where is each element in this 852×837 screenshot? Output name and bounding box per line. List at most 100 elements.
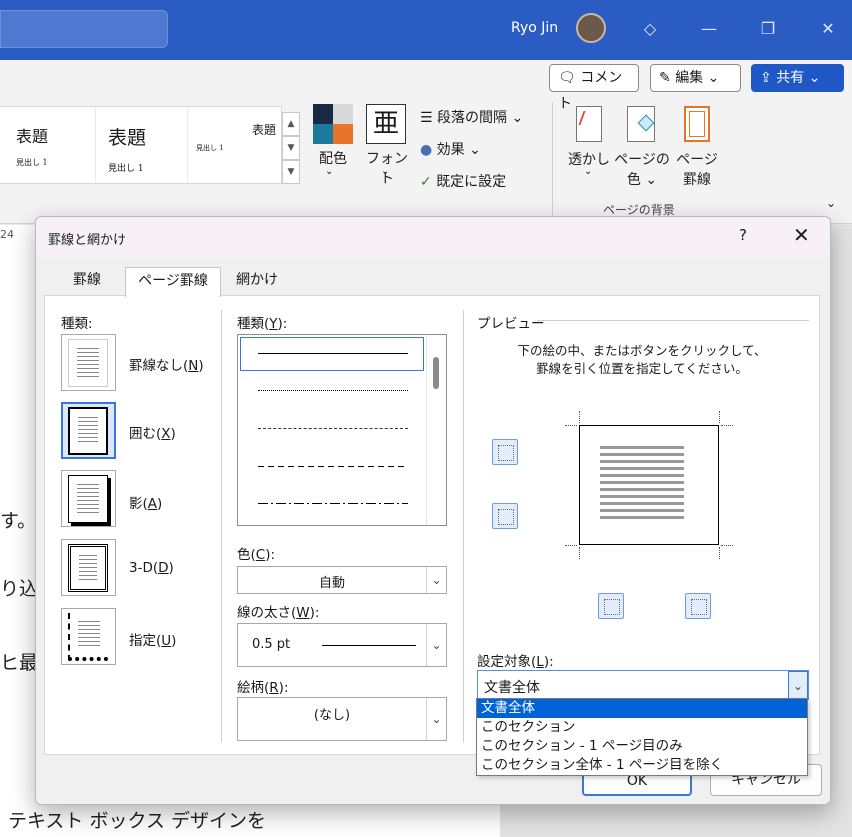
chevron-down-icon: ⌄ — [325, 166, 334, 177]
right-border-button[interactable] — [685, 593, 711, 619]
apply-to-option[interactable]: このセクション全体 - 1 ページ目を除く — [477, 756, 807, 775]
scrollbar-thumb[interactable] — [433, 357, 439, 389]
column-divider — [221, 310, 222, 742]
diamond-icon[interactable]: ◇ — [636, 14, 664, 44]
line-style-fine-dash[interactable] — [258, 428, 408, 429]
tab-page-border[interactable]: ページ罫線 — [125, 267, 221, 297]
gallery-more-button[interactable]: ▼ — [282, 160, 300, 184]
art-dropdown[interactable]: (なし) ⌄ — [237, 697, 447, 741]
ribbon-collapse-icon[interactable]: ⌄ — [826, 196, 836, 210]
styles-gallery[interactable]: 表題 見出し 1 表題 見出し 1 表題 見出し 1 — [0, 106, 282, 184]
corner-mark — [579, 547, 580, 559]
share-icon: ⇪ — [760, 70, 772, 86]
setting-3d-icon[interactable] — [61, 539, 116, 596]
style-item[interactable]: 表題 見出し 1 — [0, 107, 96, 183]
style-item[interactable]: 表題 見出し 1 — [188, 107, 282, 183]
setting-custom-icon[interactable] — [61, 608, 116, 665]
chevron-down-icon: ⌄ — [584, 166, 593, 177]
apply-to-option[interactable]: 文書全体 — [477, 699, 807, 718]
apply-to-label: 設定対象(L): — [477, 654, 554, 670]
preview-area[interactable] — [553, 399, 747, 571]
set-default-button[interactable]: ✓ 既定に設定 — [420, 171, 506, 191]
gallery-down-button[interactable]: ▼ — [282, 136, 300, 160]
minimize-icon[interactable]: — — [695, 14, 723, 44]
dialog-titlebar — [36, 217, 830, 257]
corner-mark — [721, 425, 733, 426]
chevron-down-icon: ⌄ — [426, 567, 446, 593]
width-label: 線の太さ(W): — [237, 605, 320, 621]
setting-3d-option[interactable]: 3-D(D) — [129, 560, 174, 576]
effects-button[interactable]: ● 効果 ⌄ — [420, 139, 481, 159]
help-button[interactable]: ? — [739, 226, 747, 244]
gallery-up-button[interactable]: ▲ — [282, 112, 300, 136]
ribbon-divider — [552, 102, 553, 218]
chevron-down-icon[interactable]: ⌄ — [788, 671, 808, 699]
width-dropdown[interactable]: 0.5 pt ⌄ — [237, 623, 447, 667]
preview-instruction: 下の絵の中、またはボタンをクリックして、 罫線を引く位置を指定してください。 — [517, 343, 767, 376]
setting-shadow-icon[interactable] — [61, 470, 116, 527]
style-item[interactable]: 表題 見出し 1 — [96, 107, 188, 183]
search-box[interactable] — [0, 10, 168, 48]
font-icon[interactable]: 亜 — [366, 104, 406, 144]
column-divider — [463, 310, 464, 742]
paragraph-spacing-button[interactable]: ☰ 段落の間隔 ⌄ — [420, 107, 523, 127]
close-icon[interactable]: ✕ — [814, 14, 842, 44]
pencil-icon: ✎ — [659, 70, 671, 86]
dialog-title: 罫線と網かけ — [48, 233, 127, 248]
setting-none-option[interactable]: 罫線なし(N) — [129, 354, 204, 374]
line-style-dash[interactable] — [258, 466, 408, 467]
paragraph-spacing-icon: ☰ — [420, 110, 433, 126]
setting-shadow-option[interactable]: 影(A) — [129, 492, 162, 512]
page-color-icon[interactable] — [627, 106, 655, 142]
page-border-label: ページ 罫線 — [676, 152, 718, 188]
apply-to-option[interactable]: このセクション — [477, 718, 807, 737]
check-circle-icon: ✓ — [420, 174, 432, 190]
comment-button[interactable]: 🗨︎ コメント — [549, 64, 639, 112]
style-label: 種類(Y): — [237, 316, 288, 332]
tab-shading[interactable]: 網かけ — [224, 267, 290, 295]
apply-to-options-list[interactable]: 文書全体 このセクション このセクション - 1 ページ目のみ このセクション全… — [476, 698, 808, 776]
share-button[interactable]: ⇪ 共有 ⌄ — [751, 64, 844, 92]
line-style-dash-dot[interactable] — [258, 503, 408, 504]
user-name: Ryo Jin — [511, 20, 559, 36]
bottom-border-button[interactable] — [492, 503, 518, 529]
corner-mark — [565, 425, 577, 426]
left-border-button[interactable] — [598, 593, 624, 619]
restore-icon[interactable]: ❐ — [754, 14, 782, 44]
color-dropdown[interactable]: 自動 ⌄ — [237, 566, 447, 594]
setting-box-option[interactable]: 囲む(X) — [129, 422, 176, 442]
tab-borders[interactable]: 罫線 — [54, 267, 120, 295]
effects-icon: ● — [420, 142, 433, 158]
ruler-number: 24 — [0, 228, 14, 241]
setting-box-icon[interactable] — [61, 402, 116, 459]
line-style-selected[interactable] — [240, 337, 424, 371]
setting-label: 種類: — [61, 316, 93, 332]
art-label: 絵柄(R): — [237, 680, 289, 696]
page-color-label: ページの色 ⌄ — [614, 152, 670, 188]
line-style-list[interactable] — [237, 334, 447, 526]
watermark-icon[interactable] — [576, 106, 602, 142]
comment-icon: 🗨︎ — [558, 70, 576, 86]
tab-panel: 種類: 罫線なし(N) 囲む(X) 影(A) 3-D(D) 指定(U) 種類(Y… — [44, 295, 820, 755]
line-style-scrollbar[interactable] — [426, 335, 446, 525]
color-scheme-icon[interactable] — [313, 104, 353, 144]
preview-text-lines — [600, 446, 684, 522]
corner-mark — [719, 547, 720, 559]
corner-mark — [721, 545, 733, 546]
dialog-close-button[interactable]: ✕ — [793, 223, 810, 247]
apply-to-dropdown[interactable]: 文書全体 ⌄ — [477, 670, 809, 700]
preview-page[interactable] — [579, 425, 719, 545]
line-style-solid[interactable] — [258, 353, 408, 354]
line-style-dotted[interactable] — [258, 390, 408, 391]
edit-button[interactable]: ✎ 編集 ⌄ — [650, 64, 741, 92]
preview-divider — [537, 320, 809, 321]
corner-mark — [565, 545, 577, 546]
setting-custom-option[interactable]: 指定(U) — [129, 629, 176, 649]
setting-none-icon[interactable] — [61, 334, 116, 391]
chevron-down-icon: ⌄ — [426, 698, 446, 740]
top-border-button[interactable] — [492, 439, 518, 465]
avatar[interactable] — [576, 13, 606, 43]
apply-to-option[interactable]: このセクション - 1 ページ目のみ — [477, 737, 807, 756]
color-scheme-label: 配色 — [319, 151, 347, 167]
page-border-icon[interactable] — [684, 106, 710, 142]
